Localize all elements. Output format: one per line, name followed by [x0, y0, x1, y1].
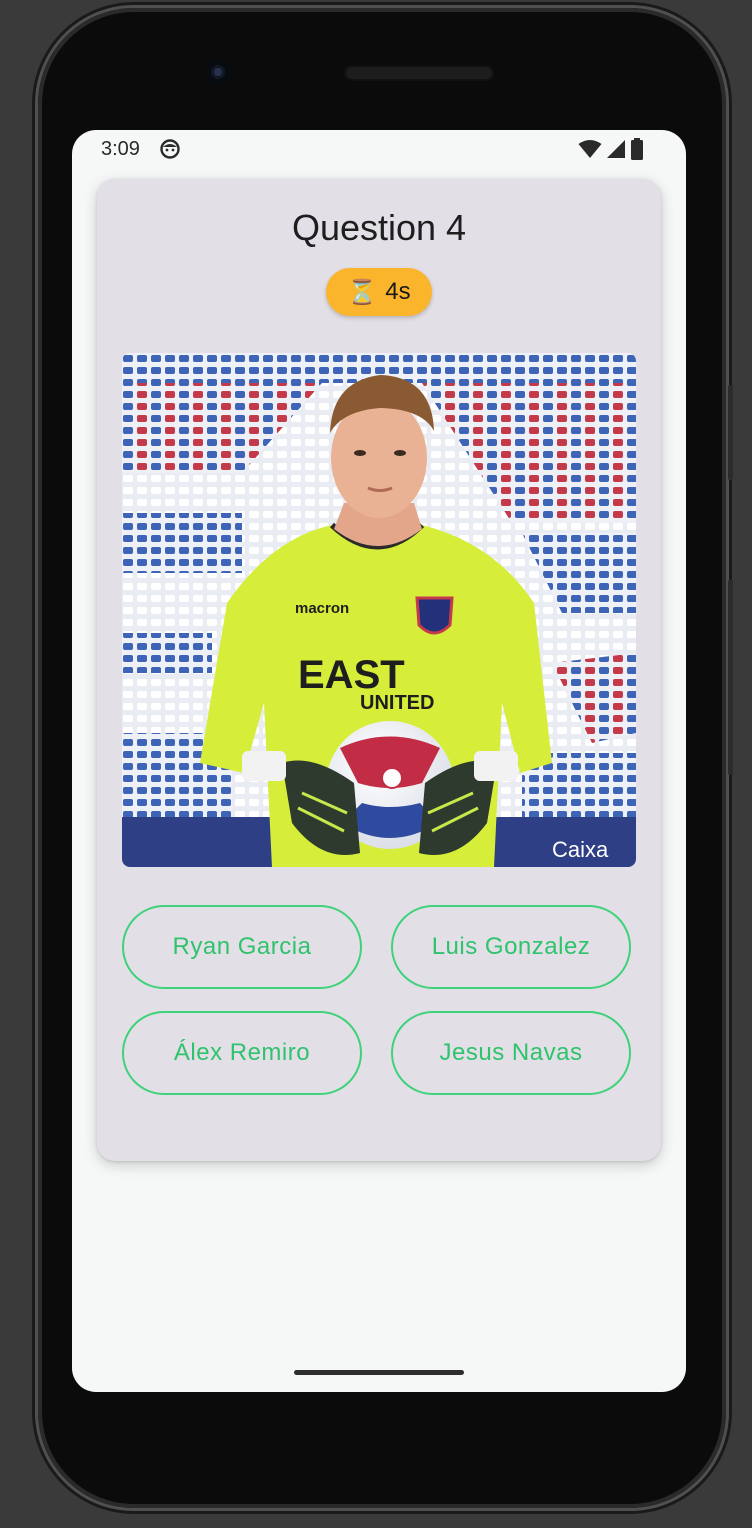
shirt-sponsor-line1: EAST: [298, 653, 405, 697]
ad-board-text: Caixa: [552, 837, 609, 862]
earpiece-speaker: [344, 65, 494, 81]
power-button: [728, 385, 733, 480]
answer-button-4[interactable]: Jesus Navas: [391, 1011, 631, 1095]
status-bar: 3:09: [72, 130, 686, 168]
answer-button-3[interactable]: Álex Remiro: [122, 1011, 362, 1095]
android-face-icon: [160, 139, 180, 159]
quiz-card: Question 4 ⏳ 4s Caixa macron EAST UNITED…: [97, 179, 661, 1161]
answer-button-2[interactable]: Luis Gonzalez: [391, 905, 631, 989]
volume-button: [728, 580, 733, 775]
timer-badge: ⏳ 4s: [326, 268, 432, 316]
player-photo-image: Caixa macron EAST UNITED: [122, 353, 636, 867]
answer-button-1[interactable]: Ryan Garcia: [122, 905, 362, 989]
question-title: Question 4: [291, 207, 467, 248]
player-photo: Caixa macron EAST UNITED: [122, 353, 636, 867]
shirt-sponsor-line2: UNITED: [360, 692, 434, 714]
hourglass-icon: ⏳: [347, 278, 378, 306]
timer-label: 4s: [385, 278, 411, 305]
phone-screen: 3:09 Question 4 ⏳ 4s Caixa macron EAST U…: [72, 130, 686, 1392]
wifi-icon: [578, 140, 602, 158]
battery-icon: [631, 138, 643, 160]
kit-sponsor-text: macron: [295, 600, 349, 617]
cell-signal-icon: [607, 140, 625, 158]
status-icons: [578, 138, 644, 160]
front-camera: [206, 60, 230, 84]
status-time: 3:09: [101, 138, 140, 160]
gesture-home-bar[interactable]: [294, 1370, 464, 1375]
